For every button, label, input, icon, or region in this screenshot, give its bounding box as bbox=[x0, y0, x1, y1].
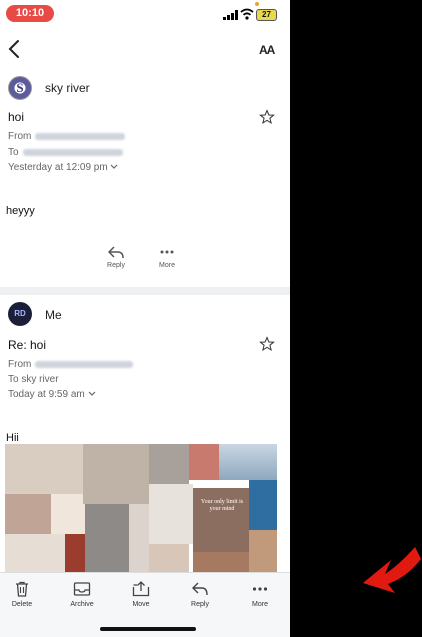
archive-icon bbox=[73, 582, 91, 596]
reply-label: Reply bbox=[191, 601, 209, 608]
to-line: To sky river bbox=[8, 374, 59, 385]
wifi-icon bbox=[240, 8, 254, 20]
reply-label: Reply bbox=[107, 262, 125, 269]
collage-quote: Your only limit is your mind bbox=[200, 499, 244, 513]
reply-button[interactable]: Reply bbox=[176, 581, 224, 608]
sender-name[interactable]: Me bbox=[45, 308, 62, 322]
message-subject: Re: hoi bbox=[8, 338, 47, 352]
to-line: To bbox=[8, 147, 123, 158]
status-bar: 10:10 27 bbox=[0, 0, 290, 28]
star-icon[interactable] bbox=[259, 336, 275, 352]
from-label: From bbox=[8, 359, 32, 370]
trash-icon bbox=[16, 581, 28, 597]
text-size-button[interactable]: AA bbox=[259, 43, 275, 57]
navigation-bar: AA bbox=[0, 30, 290, 66]
avatar-me: RD bbox=[8, 302, 32, 326]
to-label: To bbox=[8, 147, 19, 158]
chevron-down-icon bbox=[111, 164, 118, 170]
battery-icon: 27 bbox=[256, 9, 277, 21]
more-icon bbox=[160, 250, 174, 254]
mail-app-screen: 10:10 27 AA S sky river hoi From To Yest… bbox=[0, 0, 290, 637]
sender-name[interactable]: sky river bbox=[45, 81, 90, 95]
redacted-email bbox=[35, 360, 134, 368]
more-label: More bbox=[252, 601, 268, 608]
more-icon bbox=[252, 587, 268, 591]
move-label: Move bbox=[132, 601, 150, 608]
back-chevron-icon[interactable] bbox=[6, 38, 24, 60]
reply-icon bbox=[192, 582, 208, 596]
message-subject: hoi bbox=[8, 110, 25, 124]
move-button[interactable]: Move bbox=[117, 581, 165, 608]
archive-button[interactable]: Archive bbox=[58, 581, 106, 608]
move-icon bbox=[132, 581, 150, 597]
from-line: From bbox=[8, 131, 126, 142]
red-arrow-icon bbox=[363, 547, 421, 593]
more-label: More bbox=[159, 262, 175, 269]
redacted-email bbox=[35, 132, 126, 140]
from-label: From bbox=[8, 131, 32, 142]
chevron-down-icon bbox=[88, 391, 95, 397]
message-date[interactable]: Yesterday at 12:09 pm bbox=[8, 162, 118, 173]
from-line: From bbox=[8, 359, 134, 370]
delete-button[interactable]: Delete bbox=[0, 581, 46, 608]
message-body: heyyy bbox=[6, 205, 35, 217]
date-text: Today at 9:59 am bbox=[8, 389, 85, 400]
date-text: Yesterday at 12:09 pm bbox=[8, 162, 108, 173]
status-time: 10:10 bbox=[6, 5, 54, 22]
attached-collage-image[interactable]: Your only limit is your mind bbox=[5, 444, 277, 572]
home-indicator bbox=[100, 627, 196, 631]
indicator-dot bbox=[255, 2, 259, 6]
message-body: Hii bbox=[6, 432, 19, 444]
signal-icon bbox=[223, 10, 238, 20]
message-date[interactable]: Today at 9:59 am bbox=[8, 389, 96, 400]
avatar-letter: S bbox=[16, 80, 24, 95]
avatar-sky-river: S bbox=[8, 76, 32, 100]
reply-action[interactable]: Reply bbox=[96, 246, 136, 269]
delete-label: Delete bbox=[11, 601, 33, 608]
message-divider bbox=[0, 287, 290, 295]
star-icon[interactable] bbox=[259, 109, 275, 125]
more-action[interactable]: More bbox=[147, 246, 187, 269]
redacted-email bbox=[22, 148, 123, 156]
more-button[interactable]: More bbox=[236, 581, 284, 608]
reply-icon bbox=[108, 246, 124, 259]
archive-label: Archive bbox=[70, 601, 94, 608]
